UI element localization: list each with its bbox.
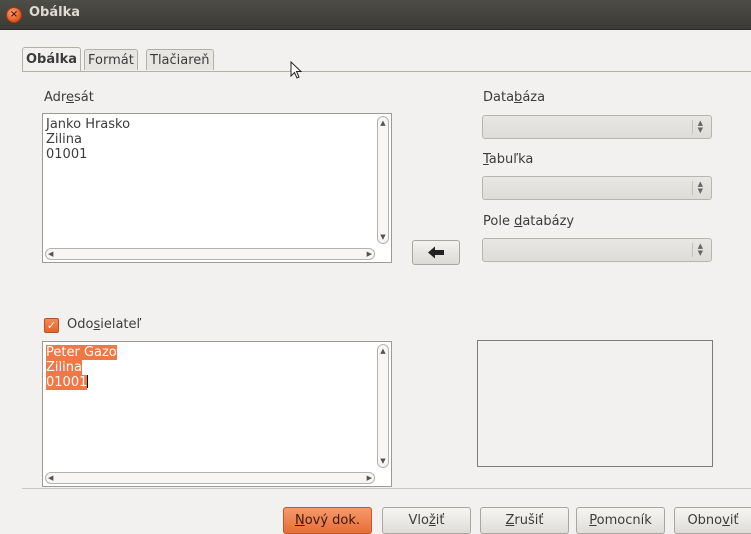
sender-line: 01001	[46, 375, 88, 390]
addressee-textarea[interactable]: Janko Hrasko Zilina 01001 ▲ ▼ ◀ ▶	[42, 113, 392, 263]
db-field-label: Pole databázy	[483, 214, 575, 229]
sender-textarea[interactable]: Peter Gazo Zilina 01001 ▲ ▼ ◀ ▶	[42, 341, 392, 487]
addressee-line: 01001	[46, 147, 88, 162]
sender-label: Odosielateľ	[67, 317, 142, 332]
window-titlebar: × Obálka	[0, 0, 751, 30]
database-combo[interactable]: ▲ ▼	[482, 115, 712, 139]
sender-line: Zilina	[46, 360, 82, 375]
arrow-left-icon	[428, 246, 444, 259]
tab-panel-border	[22, 71, 751, 72]
tab-envelope[interactable]: Obálka	[22, 47, 82, 71]
close-icon[interactable]: ×	[6, 7, 22, 23]
spin-updown-icon: ▲ ▼	[692, 243, 703, 257]
addressee-horizontal-scrollbar[interactable]: ◀ ▶	[45, 248, 375, 260]
scroll-left-icon[interactable]: ◀	[48, 249, 53, 259]
envelope-preview	[477, 340, 713, 467]
sender-checkbox[interactable]: ✓	[44, 318, 59, 333]
addressee-label: Adresát	[44, 90, 94, 105]
sender-horizontal-scrollbar[interactable]: ◀ ▶	[45, 472, 375, 484]
button-bar-separator	[22, 488, 751, 489]
spin-updown-icon: ▲ ▼	[692, 120, 703, 134]
insert-field-button[interactable]	[412, 240, 460, 265]
new-document-button[interactable]: Nový dok.	[283, 507, 372, 534]
table-combo[interactable]: ▲ ▼	[482, 176, 712, 200]
help-button[interactable]: Pomocník	[576, 507, 665, 534]
scroll-left-icon[interactable]: ◀	[48, 473, 53, 483]
addressee-line: Janko Hrasko	[46, 117, 131, 132]
scroll-up-icon[interactable]: ▲	[378, 118, 388, 128]
scroll-right-icon[interactable]: ▶	[367, 473, 372, 483]
sender-line: Peter Gazo	[46, 345, 117, 360]
window-title: Obálka	[29, 5, 81, 20]
insert-button[interactable]: Vložiť	[382, 507, 471, 534]
scroll-up-icon[interactable]: ▲	[378, 346, 388, 356]
sender-vertical-scrollbar[interactable]: ▲ ▼	[377, 344, 389, 468]
tab-format[interactable]: Formát	[84, 49, 138, 70]
tab-printer[interactable]: Tlačiareň	[146, 49, 214, 70]
database-label: Databáza	[483, 90, 546, 105]
db-field-combo[interactable]: ▲ ▼	[482, 238, 712, 262]
mouse-pointer-icon	[290, 61, 303, 79]
scroll-down-icon[interactable]: ▼	[378, 456, 388, 466]
scroll-down-icon[interactable]: ▼	[378, 232, 388, 242]
table-label: Tabuľka	[483, 152, 534, 167]
text-caret	[87, 375, 89, 388]
reset-button[interactable]: Obnoviť	[674, 507, 751, 534]
cancel-button[interactable]: Zrušiť	[480, 507, 569, 534]
addressee-line: Zilina	[46, 132, 82, 147]
spin-updown-icon: ▲ ▼	[692, 181, 703, 195]
addressee-vertical-scrollbar[interactable]: ▲ ▼	[377, 116, 389, 244]
scroll-right-icon[interactable]: ▶	[367, 249, 372, 259]
